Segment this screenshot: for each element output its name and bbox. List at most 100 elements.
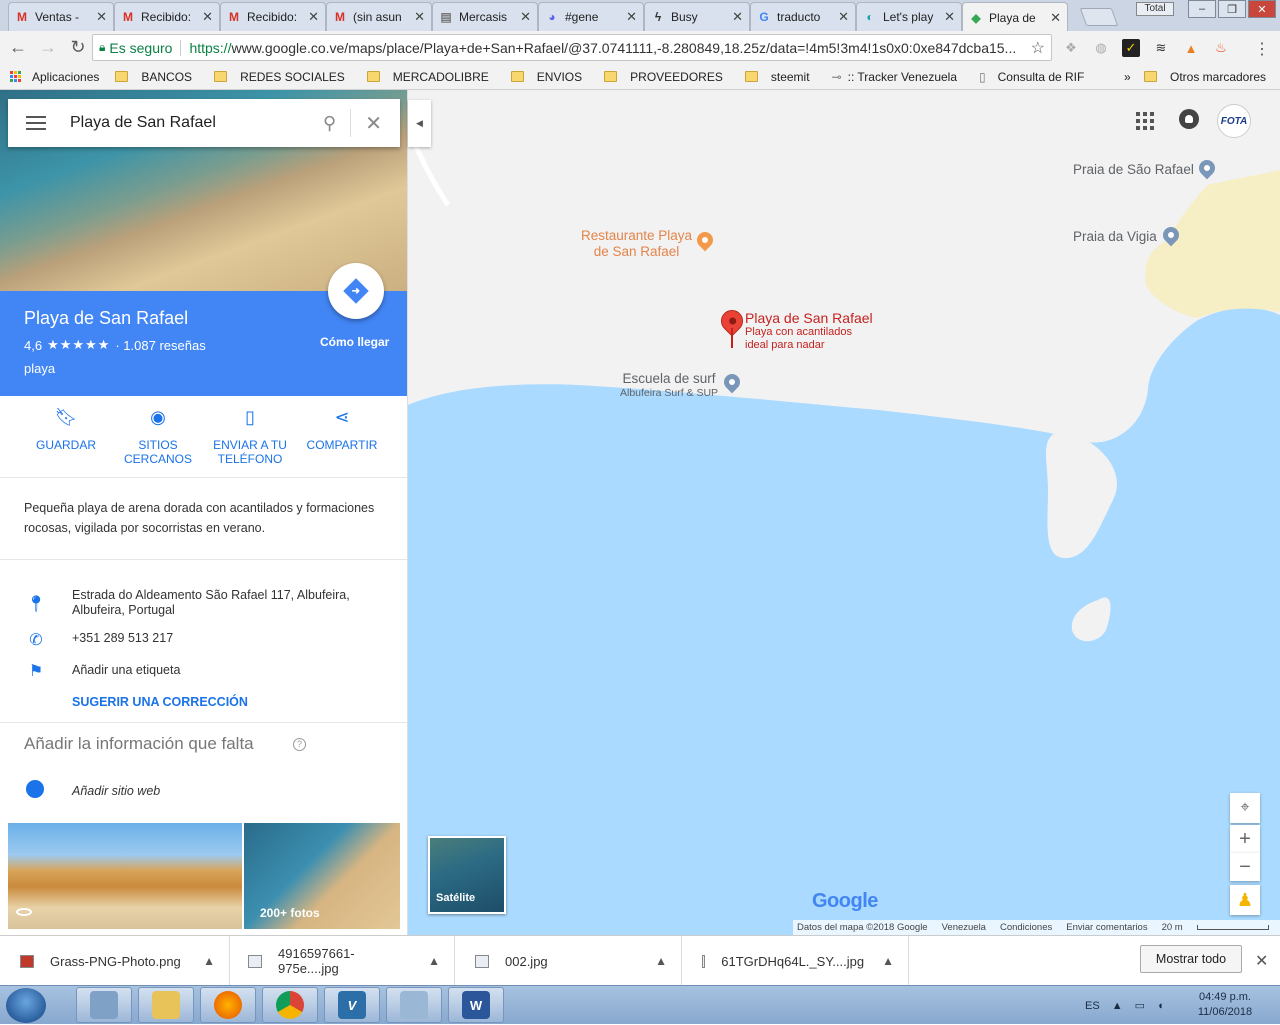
notifications-icon[interactable]	[1179, 109, 1199, 129]
menu-icon[interactable]	[26, 112, 46, 134]
add-website-link[interactable]: Añadir sitio web	[72, 784, 160, 798]
back-button[interactable]: ←	[6, 36, 30, 60]
bookmark-item[interactable]: MERCADOLIBRE	[366, 70, 489, 84]
send-to-phone-button[interactable]: ▯ ENVIAR A TU TELÉFONO	[204, 408, 296, 466]
map-canvas[interactable]: Praia de São Rafael Praia da Vigia Resta…	[408, 90, 1280, 935]
volume-icon[interactable]: ◖	[1157, 1000, 1164, 1012]
explorer-app[interactable]	[138, 987, 194, 1023]
reload-button[interactable]: ↻	[66, 36, 90, 60]
map-label-surf-school[interactable]: Escuela de surf Albufeira Surf & SUP	[620, 372, 718, 400]
dropbox-icon[interactable]: ❖	[1062, 39, 1080, 57]
add-label-link[interactable]: Añadir una etiqueta	[72, 663, 180, 678]
place-address[interactable]: Estrada do Aldeamento São Rafael 117, Al…	[72, 588, 372, 618]
other-bookmarks[interactable]: Otros marcadores	[1144, 70, 1266, 84]
zoom-out-button[interactable]: −	[1230, 853, 1260, 881]
scale-label[interactable]: 20 m	[1162, 922, 1183, 933]
layers-icon[interactable]: ≋	[1152, 39, 1170, 57]
search-icon[interactable]: ⚲	[323, 113, 336, 134]
browser-tab[interactable]: M Recibido: ✕	[114, 2, 220, 31]
maximize-button[interactable]: ❐	[1218, 0, 1246, 18]
download-options-icon[interactable]: ▲	[203, 954, 215, 968]
download-item[interactable]: 4916597661-975e....jpg ▲	[248, 936, 455, 986]
network-icon[interactable]: ▭	[1135, 999, 1145, 1012]
close-tab-icon[interactable]: ✕	[1050, 10, 1061, 26]
firefox-app[interactable]	[200, 987, 256, 1023]
place-phone[interactable]: +351 289 513 217	[72, 631, 173, 646]
search-input[interactable]: Playa de San Rafael	[70, 114, 323, 132]
address-bar[interactable]: 🔒︎ Es seguro https://www.google.co.ve/ma…	[92, 34, 1052, 61]
bookmark-item[interactable]: ▯ Consulta de RIF	[979, 70, 1084, 84]
download-options-icon[interactable]: ▲	[882, 954, 894, 968]
bookmark-item[interactable]: PROVEEDORES	[604, 70, 723, 84]
close-tab-icon[interactable]: ✕	[520, 9, 531, 25]
bookmark-item[interactable]: steemit	[744, 70, 810, 84]
close-tab-icon[interactable]: ✕	[96, 9, 107, 25]
download-options-icon[interactable]: ▲	[655, 954, 667, 968]
v-app[interactable]: V	[324, 987, 380, 1023]
close-tab-icon[interactable]: ✕	[414, 9, 425, 25]
apps-grid-icon[interactable]	[1136, 112, 1154, 130]
help-icon[interactable]: ?	[293, 738, 306, 751]
browser-tab[interactable]: M Ventas - ✕	[8, 2, 114, 31]
map-label-restaurante[interactable]: Restaurante Playa de San Rafael	[581, 228, 692, 260]
profile-button[interactable]: Total	[1136, 2, 1174, 16]
scale-bar[interactable]	[1196, 925, 1269, 930]
norton-icon[interactable]: ✓	[1122, 39, 1140, 57]
download-options-icon[interactable]: ▲	[428, 954, 440, 968]
browser-tab[interactable]: ◆ Playa de ✕	[962, 2, 1068, 32]
feedback-link[interactable]: Enviar comentarios	[1066, 922, 1147, 933]
map-label-praia-vigia[interactable]: Praia da Vigia	[1073, 229, 1157, 244]
bookmark-item[interactable]: ENVIOS	[510, 70, 582, 84]
close-tab-icon[interactable]: ✕	[944, 9, 955, 25]
account-avatar[interactable]: FOTA	[1217, 104, 1251, 138]
collapse-panel-button[interactable]: ◀	[408, 100, 431, 147]
start-button[interactable]	[6, 988, 46, 1023]
tray-expand-icon[interactable]: ▲	[1112, 1000, 1123, 1012]
directions-button[interactable]: ➜	[328, 263, 384, 319]
bookmark-star-icon[interactable]: ☆	[1031, 38, 1045, 58]
chrome-app[interactable]	[262, 987, 318, 1023]
language-indicator[interactable]: ES	[1085, 1000, 1100, 1012]
fire-icon[interactable]: ♨	[1212, 39, 1230, 57]
satellite-layer-toggle[interactable]: Satélite	[428, 836, 506, 914]
system-clock[interactable]: 04:49 p.m. 11/06/2018	[1190, 990, 1260, 1020]
my-location-button[interactable]: ⌖	[1230, 793, 1260, 823]
bookmark-item[interactable]: REDES SOCIALES	[214, 70, 345, 84]
zoom-in-button[interactable]: +	[1230, 825, 1260, 853]
close-tab-icon[interactable]: ✕	[626, 9, 637, 25]
share-button[interactable]: ⋖ COMPARTIR	[296, 408, 388, 452]
browser-tab[interactable]: Gtraducto ✕	[750, 2, 856, 31]
minimize-button[interactable]: –	[1188, 0, 1216, 18]
download-item[interactable]: 002.jpg ▲	[475, 936, 682, 986]
place-photo-panorama[interactable]	[8, 823, 242, 929]
save-button[interactable]: 🔖︎ GUARDAR	[20, 408, 112, 452]
close-downloads-icon[interactable]: ✕	[1255, 951, 1268, 971]
close-tab-icon[interactable]: ✕	[732, 9, 743, 25]
suggest-edit-link[interactable]: SUGERIR UNA CORRECCIÓN	[72, 695, 248, 709]
map-label-praia-sao-rafael[interactable]: Praia de São Rafael	[1073, 162, 1194, 177]
download-item[interactable]: 61TGrDHq64L._SY....jpg ▲	[702, 936, 909, 986]
bookmark-item[interactable]: BANCOS	[115, 70, 192, 84]
clear-search-icon[interactable]: ✕	[365, 111, 382, 136]
calculator-app[interactable]	[76, 987, 132, 1023]
terms-link[interactable]: Condiciones	[1000, 922, 1052, 933]
bookmark-item[interactable]: ⊸:: Tracker Venezuela	[832, 70, 957, 84]
browser-tab[interactable]: M (sin asun ✕	[326, 2, 432, 31]
browser-tab[interactable]: ◐ Let's play ✕	[856, 2, 962, 31]
bookmark-item[interactable]: Aplicaciones	[10, 70, 99, 84]
close-tab-icon[interactable]: ✕	[308, 9, 319, 25]
photos-count[interactable]: 200+ fotos	[260, 906, 320, 920]
show-all-downloads-button[interactable]: Mostrar todo	[1140, 945, 1242, 973]
browser-tab[interactable]: ϟ Busy ✕	[644, 2, 750, 31]
url-text[interactable]: https://www.google.co.ve/maps/place/Play…	[189, 40, 1030, 56]
browser-tab[interactable]: ◕ #gene ✕	[538, 2, 644, 31]
map-label-selected-place[interactable]: Playa de San Rafael	[745, 310, 873, 326]
browser-menu-icon[interactable]: ⋮	[1254, 39, 1270, 59]
pegman-icon[interactable]: ♟	[1230, 885, 1260, 915]
more-bookmarks[interactable]: »	[1124, 70, 1131, 84]
nearby-button[interactable]: ◉ SITIOS CERCANOS	[112, 408, 204, 466]
directions-label[interactable]: Cómo llegar	[320, 335, 389, 349]
metamask-icon[interactable]: ▲	[1182, 39, 1200, 57]
scanner-app[interactable]	[386, 987, 442, 1023]
extension-icon[interactable]: ◍	[1092, 39, 1110, 57]
